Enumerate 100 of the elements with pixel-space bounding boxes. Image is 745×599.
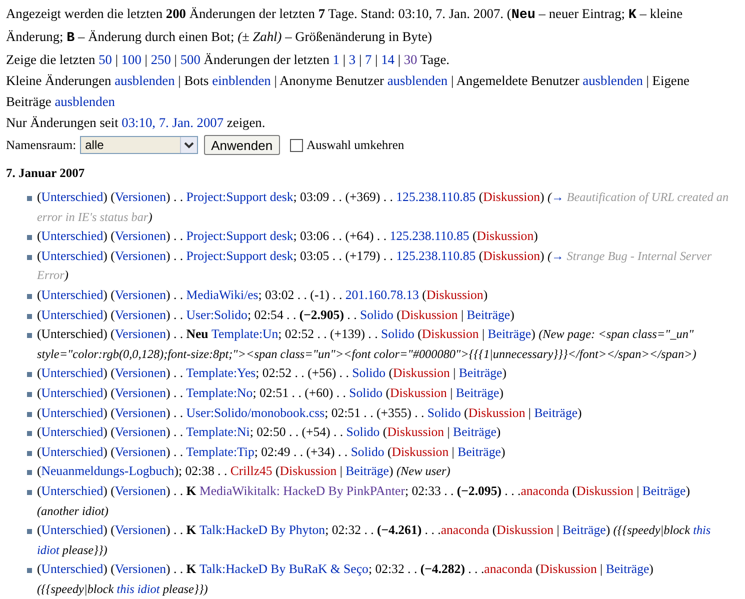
link[interactable]: Diskussion <box>390 386 447 400</box>
link[interactable]: Unterschied <box>41 308 104 322</box>
link[interactable]: Beiträge <box>456 386 500 400</box>
link[interactable]: Unterschied <box>41 190 104 204</box>
link[interactable]: Versionen <box>114 327 166 342</box>
link[interactable]: Unterschied <box>41 386 104 400</box>
link[interactable]: Diskussion <box>496 523 554 538</box>
link[interactable]: User:Solido/monobook.css <box>186 406 325 420</box>
link[interactable]: Diskussion <box>540 562 597 576</box>
link[interactable]: this <box>693 523 711 538</box>
link[interactable]: 250 <box>150 52 171 67</box>
link[interactable]: Project:Support desk <box>186 248 294 263</box>
link[interactable]: User:Solido <box>186 308 248 322</box>
link[interactable]: Beiträge <box>606 562 650 576</box>
link[interactable]: Versionen <box>114 425 166 440</box>
namespace-select[interactable]: alle <box>80 136 198 154</box>
link[interactable]: Diskussion <box>426 288 484 302</box>
link[interactable]: 1 <box>332 52 340 67</box>
link[interactable]: Solido <box>349 386 383 400</box>
link[interactable]: MediaWikitalk: HackeD By PinkPAnter <box>199 484 405 498</box>
link[interactable]: idiot <box>37 542 60 557</box>
link[interactable]: this idiot <box>116 582 160 596</box>
link[interactable]: Template:Ni <box>186 425 250 440</box>
link[interactable]: Diskussion <box>422 327 479 342</box>
link[interactable]: 100 <box>121 52 142 67</box>
link[interactable]: ausblenden <box>114 73 175 88</box>
link[interactable]: Solido <box>427 406 461 420</box>
link[interactable]: 50 <box>98 52 112 67</box>
link[interactable]: einblenden <box>212 73 271 88</box>
link[interactable]: Beiträge <box>562 523 606 538</box>
link[interactable]: Solido <box>346 425 380 440</box>
link[interactable]: 500 <box>180 52 200 67</box>
link[interactable]: Versionen <box>114 366 166 380</box>
link[interactable]: Diskussion <box>393 366 450 380</box>
link[interactable]: Diskussion <box>576 484 634 498</box>
link[interactable]: Unterschied <box>41 523 104 538</box>
link[interactable]: Unterschied <box>41 425 104 440</box>
link[interactable]: Diskussion <box>387 425 444 440</box>
checkbox[interactable] <box>290 138 303 152</box>
link[interactable]: → <box>552 190 564 204</box>
link[interactable]: Versionen <box>114 248 166 263</box>
link[interactable]: Versionen <box>114 484 166 498</box>
link[interactable]: Diskussion <box>468 406 526 420</box>
link[interactable]: Project:Support desk <box>186 229 294 244</box>
link[interactable]: Template:No <box>186 386 253 400</box>
link[interactable]: Beiträge <box>453 425 496 440</box>
link[interactable]: Neuanmeldungs-Logbuch <box>41 464 174 478</box>
link[interactable]: Unterschied <box>41 288 104 302</box>
link[interactable]: Versionen <box>114 444 166 459</box>
link[interactable]: Beiträge <box>534 406 578 420</box>
link[interactable]: Unterschied <box>41 444 104 459</box>
link[interactable]: Solido <box>380 327 414 342</box>
link[interactable]: Solido <box>352 366 386 380</box>
link[interactable]: Diskussion <box>392 444 449 459</box>
link[interactable]: Versionen <box>114 288 166 302</box>
link[interactable]: anaconda <box>520 484 570 498</box>
link[interactable]: Talk:HackeD By Phyton <box>199 523 326 538</box>
link[interactable]: Versionen <box>114 562 166 576</box>
link[interactable]: Diskussion <box>476 229 534 244</box>
link[interactable]: Beiträge <box>466 308 510 322</box>
link[interactable]: ausblenden <box>582 73 643 88</box>
link[interactable]: 14 <box>381 52 394 67</box>
link[interactable]: Versionen <box>114 190 166 204</box>
link[interactable]: Template:Yes <box>186 366 256 380</box>
link[interactable]: → <box>552 248 564 263</box>
link[interactable]: ausblenden <box>387 73 448 88</box>
link[interactable]: Versionen <box>114 523 166 538</box>
link[interactable]: Diskussion <box>400 308 458 322</box>
link[interactable]: Unterschied <box>41 229 104 244</box>
link[interactable]: Diskussion <box>280 464 337 478</box>
link[interactable]: Crillz45 <box>230 464 272 478</box>
link[interactable]: anaconda <box>484 562 532 576</box>
link[interactable]: Versionen <box>114 308 166 322</box>
link[interactable]: Versionen <box>114 229 166 244</box>
link[interactable]: 125.238.110.85 <box>390 229 470 244</box>
link[interactable]: 30 <box>404 52 418 67</box>
link[interactable]: Project:Support desk <box>186 190 294 204</box>
link[interactable]: Unterschied <box>41 248 104 263</box>
link[interactable]: Unterschied <box>41 562 104 576</box>
link[interactable]: Beiträge <box>458 444 501 459</box>
link[interactable]: 03:10, 7. Jan. 2007 <box>122 115 224 130</box>
link[interactable]: Diskussion <box>483 248 540 263</box>
link[interactable]: Versionen <box>114 406 166 420</box>
link[interactable]: Template:Un <box>212 327 278 342</box>
link[interactable]: Unterschied <box>41 366 104 380</box>
link[interactable]: Beiträge <box>488 327 532 342</box>
link[interactable]: Beiträge <box>346 464 389 478</box>
apply-button[interactable]: Anwenden <box>204 135 280 155</box>
link[interactable]: 125.238.110.85 <box>396 248 476 263</box>
link[interactable]: Talk:HackeD By BuRaK & Seço <box>199 562 368 576</box>
link[interactable]: Solido <box>360 308 394 322</box>
link[interactable]: Unterschied <box>41 484 104 498</box>
link[interactable]: 201.160.78.13 <box>345 288 419 302</box>
link[interactable]: Beiträge <box>642 484 686 498</box>
link[interactable]: 7 <box>364 52 372 67</box>
link[interactable]: Unterschied <box>41 406 104 420</box>
link[interactable]: MediaWiki/es <box>186 288 258 302</box>
link[interactable]: Diskussion <box>483 190 540 204</box>
link[interactable]: ausblenden <box>54 94 115 109</box>
link[interactable]: Beiträge <box>458 366 502 380</box>
